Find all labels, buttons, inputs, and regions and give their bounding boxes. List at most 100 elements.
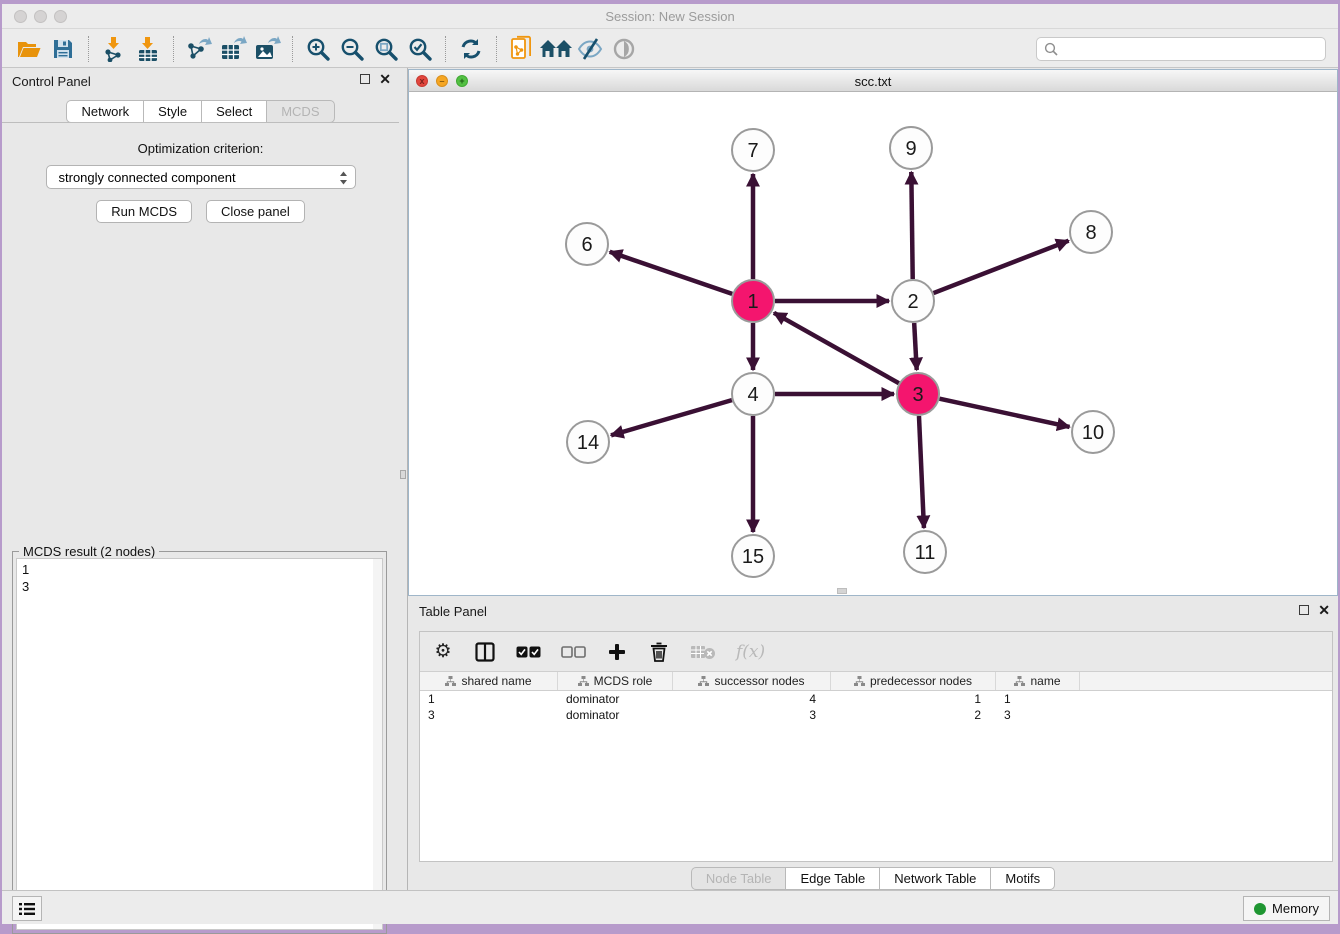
import-network-icon bbox=[101, 36, 127, 62]
edge-3-10[interactable] bbox=[939, 399, 1069, 427]
optimization-criterion-select[interactable]: strongly connected component bbox=[46, 165, 356, 189]
chevron-up-down-icon bbox=[339, 171, 348, 185]
memory-button[interactable]: Memory bbox=[1243, 896, 1330, 921]
apply-function-button[interactable]: f(x) bbox=[736, 639, 765, 665]
column-header-predecessor-nodes[interactable]: predecessor nodes bbox=[831, 672, 996, 690]
refresh-button[interactable] bbox=[454, 34, 488, 64]
zoom-in-button[interactable] bbox=[301, 34, 335, 64]
cell-predecessor-nodes[interactable]: 1 bbox=[831, 691, 996, 707]
search-input[interactable] bbox=[1063, 39, 1325, 59]
deselect-all-button[interactable] bbox=[561, 639, 586, 665]
hide-selected-button[interactable] bbox=[573, 34, 607, 64]
tab-mcds[interactable]: MCDS bbox=[266, 100, 334, 123]
select-all-button[interactable] bbox=[516, 639, 541, 665]
import-table-button[interactable] bbox=[131, 34, 165, 64]
edge-1-6[interactable] bbox=[610, 252, 732, 294]
network-window-titlebar[interactable]: x – + scc.txt bbox=[409, 70, 1337, 92]
export-network-button[interactable] bbox=[182, 34, 216, 64]
column-header-name[interactable]: name bbox=[996, 672, 1080, 690]
zoom-selected-button[interactable] bbox=[403, 34, 437, 64]
float-table-panel-icon[interactable] bbox=[1299, 605, 1309, 615]
cell-name[interactable]: 1 bbox=[996, 691, 1080, 707]
column-view-button[interactable] bbox=[474, 639, 496, 665]
node-label-2: 2 bbox=[907, 291, 918, 313]
tab-network-table[interactable]: Network Table bbox=[879, 867, 990, 890]
delete-table-icon bbox=[690, 644, 716, 660]
window-title: Session: New Session bbox=[2, 9, 1338, 24]
memory-status-icon bbox=[1254, 903, 1266, 915]
toolbar-separator bbox=[292, 36, 293, 62]
eye-slash-icon bbox=[576, 37, 604, 61]
cell-shared-name[interactable]: 3 bbox=[420, 707, 558, 723]
show-selected-button[interactable] bbox=[607, 34, 641, 64]
export-table-button[interactable] bbox=[216, 34, 250, 64]
titlebar: Session: New Session bbox=[2, 4, 1338, 29]
tab-network[interactable]: Network bbox=[66, 100, 143, 123]
edge-2-9[interactable] bbox=[911, 172, 912, 279]
zoom-out-button[interactable] bbox=[335, 34, 369, 64]
save-icon bbox=[51, 37, 75, 61]
cell-successor-nodes[interactable]: 3 bbox=[673, 707, 831, 723]
table-options-button[interactable]: ⚙ bbox=[432, 639, 454, 665]
open-session-button[interactable] bbox=[12, 34, 46, 64]
table-row[interactable]: 1dominator411 bbox=[420, 691, 1332, 707]
column-header-MCDS-role[interactable]: MCDS role bbox=[558, 672, 673, 690]
import-network-button[interactable] bbox=[97, 34, 131, 64]
node-label-8: 8 bbox=[1085, 222, 1096, 244]
close-panel-button[interactable]: Close panel bbox=[206, 200, 305, 223]
memory-label: Memory bbox=[1272, 901, 1319, 916]
tab-select[interactable]: Select bbox=[201, 100, 266, 123]
table-row[interactable]: 3dominator323 bbox=[420, 707, 1332, 723]
checked-boxes-icon bbox=[516, 646, 541, 658]
network-hscroll-thumb[interactable] bbox=[837, 588, 847, 594]
column-header-successor-nodes[interactable]: successor nodes bbox=[673, 672, 831, 690]
cell-successor-nodes[interactable]: 4 bbox=[673, 691, 831, 707]
duplicate-network-button[interactable] bbox=[505, 34, 539, 64]
tab-motifs[interactable]: Motifs bbox=[990, 867, 1055, 890]
edge-4-14[interactable] bbox=[611, 400, 732, 435]
cell-shared-name[interactable]: 1 bbox=[420, 691, 558, 707]
status-bar: Memory bbox=[2, 890, 1338, 924]
edge-3-1[interactable] bbox=[774, 313, 899, 383]
duplicate-network-icon bbox=[509, 35, 535, 63]
mcds-result-text[interactable]: 1 3 bbox=[16, 558, 383, 930]
node-table-container: ⚙ bbox=[419, 631, 1333, 862]
save-session-button[interactable] bbox=[46, 34, 80, 64]
network-graph-canvas[interactable]: 7968124314101511 bbox=[409, 92, 1337, 595]
column-header-shared-name[interactable]: shared name bbox=[420, 672, 558, 690]
delete-table-button[interactable] bbox=[690, 639, 716, 665]
export-table-icon bbox=[219, 36, 247, 62]
list-icon bbox=[19, 902, 35, 916]
run-mcds-button[interactable]: Run MCDS bbox=[96, 200, 192, 223]
edge-2-8[interactable] bbox=[934, 241, 1069, 293]
float-panel-icon[interactable] bbox=[360, 74, 370, 84]
zoom-in-icon bbox=[305, 36, 331, 62]
export-image-button[interactable] bbox=[250, 34, 284, 64]
trash-icon bbox=[650, 642, 668, 662]
edge-3-11[interactable] bbox=[919, 416, 924, 528]
table-tabs: Node Table Edge Table Network Table Moti… bbox=[408, 867, 1338, 890]
delete-column-button[interactable] bbox=[648, 639, 670, 665]
toolbar-separator bbox=[496, 36, 497, 62]
result-scrollbar[interactable] bbox=[373, 559, 382, 929]
home-button[interactable] bbox=[539, 34, 573, 64]
cell-MCDS-role[interactable]: dominator bbox=[558, 691, 673, 707]
cell-MCDS-role[interactable]: dominator bbox=[558, 707, 673, 723]
add-column-button[interactable] bbox=[606, 639, 628, 665]
tab-style[interactable]: Style bbox=[143, 100, 201, 123]
close-panel-icon[interactable]: ✕ bbox=[379, 74, 391, 84]
edge-2-3[interactable] bbox=[914, 323, 917, 370]
table-panel: Table Panel ✕ ⚙ bbox=[408, 599, 1338, 890]
splitter-handle-icon[interactable] bbox=[400, 470, 406, 479]
zoom-fit-button[interactable] bbox=[369, 34, 403, 64]
tab-edge-table[interactable]: Edge Table bbox=[785, 867, 879, 890]
task-history-button[interactable] bbox=[12, 896, 42, 921]
hierarchy-icon bbox=[578, 676, 589, 687]
close-table-panel-icon[interactable]: ✕ bbox=[1318, 605, 1330, 615]
cell-name[interactable]: 3 bbox=[996, 707, 1080, 723]
panel-splitter[interactable] bbox=[399, 68, 408, 890]
tab-node-table[interactable]: Node Table bbox=[691, 867, 786, 890]
search-box[interactable] bbox=[1036, 37, 1326, 61]
cell-predecessor-nodes[interactable]: 2 bbox=[831, 707, 996, 723]
table-body: 1dominator4113dominator323 bbox=[420, 691, 1332, 723]
